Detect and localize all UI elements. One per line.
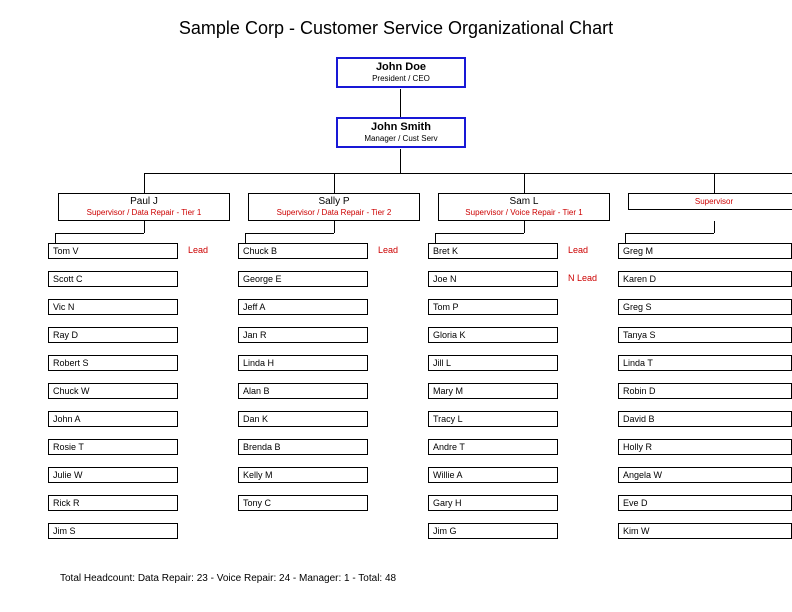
employee-box: Chuck W xyxy=(48,383,178,399)
employee-box: John A xyxy=(48,411,178,427)
employee-box: Gary H xyxy=(428,495,558,511)
employee-box: Bret K xyxy=(428,243,558,259)
role-tag: Lead xyxy=(568,245,588,255)
employee-box: Dan K xyxy=(238,411,368,427)
exec-box-manager: John Smith Manager / Cust Serv xyxy=(336,117,466,148)
supervisor-role: Supervisor / Voice Repair - Tier 1 xyxy=(439,208,609,217)
supervisor-name: Paul J xyxy=(59,196,229,207)
employee-box: Rosie T xyxy=(48,439,178,455)
employee-box: Ray D xyxy=(48,327,178,343)
role-tag: Lead xyxy=(378,245,398,255)
supervisor-name: Sally P xyxy=(249,196,419,207)
role-tag: Lead xyxy=(188,245,208,255)
employee-box: Willie A xyxy=(428,467,558,483)
employee-box: Tom V xyxy=(48,243,178,259)
exec-name: John Smith xyxy=(338,121,464,133)
employee-box: Andre T xyxy=(428,439,558,455)
employee-box: Brenda B xyxy=(238,439,368,455)
employee-box: Tom P xyxy=(428,299,558,315)
supervisor-name: Sam L xyxy=(439,196,609,207)
exec-role: President / CEO xyxy=(338,74,464,83)
page-title: Sample Corp - Customer Service Organizat… xyxy=(0,0,792,49)
employee-box: Jeff A xyxy=(238,299,368,315)
employee-box: Tanya S xyxy=(618,327,792,343)
employee-box: Tony C xyxy=(238,495,368,511)
exec-name: John Doe xyxy=(338,61,464,73)
employee-box: Scott C xyxy=(48,271,178,287)
exec-role: Manager / Cust Serv xyxy=(338,134,464,143)
employee-box: Greg M xyxy=(618,243,792,259)
employee-box: David B xyxy=(618,411,792,427)
supervisor-box: Paul J Supervisor / Data Repair - Tier 1 xyxy=(58,193,230,221)
employee-box: Jim G xyxy=(428,523,558,539)
supervisor-box: Sally P Supervisor / Data Repair - Tier … xyxy=(248,193,420,221)
supervisor-box: Supervisor xyxy=(628,193,792,210)
employee-box: Alan B xyxy=(238,383,368,399)
employee-box: Angela W xyxy=(618,467,792,483)
employee-box: Eve D xyxy=(618,495,792,511)
employee-box: Kelly M xyxy=(238,467,368,483)
employee-box: Greg S xyxy=(618,299,792,315)
employee-box: Jan R xyxy=(238,327,368,343)
supervisor-box: Sam L Supervisor / Voice Repair - Tier 1 xyxy=(438,193,610,221)
employee-box: Robin D xyxy=(618,383,792,399)
employee-box: Robert S xyxy=(48,355,178,371)
employee-box: Vic N xyxy=(48,299,178,315)
employee-box: Chuck B xyxy=(238,243,368,259)
supervisor-role: Supervisor / Data Repair - Tier 2 xyxy=(249,208,419,217)
employee-box: Joe N xyxy=(428,271,558,287)
employee-box: Mary M xyxy=(428,383,558,399)
employee-box: Linda H xyxy=(238,355,368,371)
employee-box: George E xyxy=(238,271,368,287)
employee-box: Jill L xyxy=(428,355,558,371)
employee-box: Linda T xyxy=(618,355,792,371)
supervisor-role: Supervisor / Data Repair - Tier 1 xyxy=(59,208,229,217)
employee-box: Gloria K xyxy=(428,327,558,343)
employee-box: Kim W xyxy=(618,523,792,539)
employee-box: Rick R xyxy=(48,495,178,511)
exec-box-president: John Doe President / CEO xyxy=(336,57,466,88)
footer-headcount: Total Headcount: Data Repair: 23 - Voice… xyxy=(60,573,396,584)
employee-box: Julie W xyxy=(48,467,178,483)
role-tag: N Lead xyxy=(568,273,597,283)
employee-box: Jim S xyxy=(48,523,178,539)
supervisor-role: Supervisor xyxy=(629,197,792,206)
employee-box: Tracy L xyxy=(428,411,558,427)
employee-box: Karen D xyxy=(618,271,792,287)
employee-box: Holly R xyxy=(618,439,792,455)
